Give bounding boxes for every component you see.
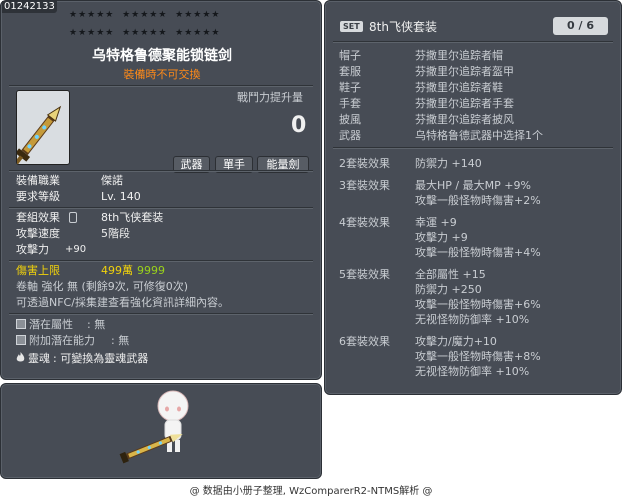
set-effect-line: 幸運 +9 bbox=[415, 216, 457, 229]
set-piece-slot: 武器 bbox=[339, 129, 361, 142]
set-piece-slot: 鞋子 bbox=[339, 81, 361, 94]
divider bbox=[9, 313, 313, 315]
flame-icon bbox=[16, 352, 25, 363]
sword-icon bbox=[14, 105, 62, 165]
set-effect-line: 攻擊一般怪物時傷害+8% bbox=[415, 350, 541, 363]
item-icon-frame bbox=[14, 90, 70, 165]
divider bbox=[9, 85, 313, 87]
set-effect-5-label: 5套裝效果 bbox=[339, 268, 390, 281]
set-piece-name: 芬撒里尔追踪者盔甲 bbox=[415, 65, 514, 78]
potential-value: : 無 bbox=[87, 318, 106, 331]
set-piece-name: 乌特格鲁德武器中选择1个 bbox=[415, 129, 543, 142]
divider bbox=[9, 170, 313, 172]
combat-power-label: 戰鬥力提升量 bbox=[237, 91, 303, 104]
set-piece-name: 芬撒里尔追踪者鞋 bbox=[415, 81, 503, 94]
footer-credit: @ 数据由小册子整理, WzComparerR2-NTMS解析 @ bbox=[189, 486, 433, 497]
damage-cap-value: 499萬 bbox=[101, 264, 133, 277]
soul-value: : 可變換為靈魂武器 bbox=[53, 352, 149, 365]
set-effect-line: 防禦力 +140 bbox=[415, 157, 482, 170]
damage-cap-extra: 9999 bbox=[137, 264, 165, 277]
set-piece-slot: 披風 bbox=[339, 113, 361, 126]
item-tooltip-panel: 01242133 ★★★★★ ★★★★★ ★★★★★ ★★★★★ ★★★★★ ★… bbox=[0, 0, 322, 380]
potential-icon bbox=[16, 319, 26, 329]
set-effect-line: 攻擊一般怪物時傷害+6% bbox=[415, 298, 541, 311]
set-effect-line: 无视怪物防御率 +10% bbox=[415, 365, 530, 378]
attack-value: +90 bbox=[65, 244, 87, 255]
star-force-row-1: ★★★★★ ★★★★★ ★★★★★ bbox=[69, 10, 221, 20]
set-piece-name: 芬撒里尔追踪者帽 bbox=[415, 49, 503, 62]
set-effect-6-label: 6套裝效果 bbox=[339, 335, 390, 348]
set-effect-value: 8th飞侠套装 bbox=[101, 211, 164, 224]
set-effect-2-label: 2套裝效果 bbox=[339, 157, 390, 170]
set-piece-count: 0 / 6 bbox=[553, 17, 608, 35]
upgrade-info-line: 可透過NFC/採集建查看強化資訊詳細內容。 bbox=[16, 296, 229, 309]
divider bbox=[333, 147, 613, 149]
additional-potential-value: : 無 bbox=[111, 334, 130, 347]
set-piece-slot: 帽子 bbox=[339, 49, 361, 62]
soul-label: 靈魂 bbox=[28, 352, 50, 365]
info-icon[interactable] bbox=[69, 212, 77, 223]
trade-status: 裝備時不可交換 bbox=[123, 68, 201, 81]
additional-potential-label: 附加潛在能力 bbox=[29, 334, 95, 347]
scroll-upgrade-line: 卷軸 強化 無 (剩餘9次, 可修復0次) bbox=[16, 280, 189, 293]
set-info-panel: SET 8th飞侠套装 0 / 6 帽子 芬撒里尔追踪者帽 套服 芬撒里尔追踪者… bbox=[324, 0, 622, 395]
set-piece-slot: 手套 bbox=[339, 97, 361, 110]
set-effect-line: 无视怪物防御率 +10% bbox=[415, 313, 530, 326]
level-value: Lv. 140 bbox=[101, 190, 141, 203]
character-preview-panel bbox=[0, 383, 322, 479]
character-avatar bbox=[119, 390, 189, 464]
attack-speed-label: 攻擊速度 bbox=[16, 227, 60, 240]
set-piece-name: 芬撒里尔追踪者手套 bbox=[415, 97, 514, 110]
set-effect-line: 全部屬性 +15 bbox=[415, 268, 486, 281]
set-effect-4-label: 4套裝效果 bbox=[339, 216, 390, 229]
divider bbox=[9, 207, 313, 209]
set-effect-label: 套組效果 bbox=[16, 211, 60, 224]
set-piece-name: 芬撒里尔追踪者披风 bbox=[415, 113, 514, 126]
set-effect-line: 最大HP / 最大MP +9% bbox=[415, 179, 531, 192]
set-piece-slot: 套服 bbox=[339, 65, 361, 78]
level-label: 要求等級 bbox=[16, 190, 60, 203]
set-effect-3-label: 3套裝效果 bbox=[339, 179, 390, 192]
item-name: 乌特格鲁德聚能锁链剑 bbox=[92, 48, 232, 64]
divider bbox=[333, 41, 613, 43]
set-effect-line: 攻擊一般怪物時傷害+4% bbox=[415, 246, 541, 259]
job-label: 裝備職業 bbox=[16, 174, 60, 187]
combat-power-value: 0 bbox=[291, 113, 307, 138]
divider bbox=[9, 260, 313, 262]
potential-label: 潛在屬性 bbox=[29, 318, 73, 331]
set-effect-line: 攻擊力/魔力+10 bbox=[415, 335, 497, 348]
attack-label: 攻擊力 bbox=[16, 243, 49, 256]
potential-row: 潛在屬性 bbox=[16, 317, 73, 333]
item-code: 01242133 bbox=[2, 1, 57, 13]
additional-potential-icon bbox=[16, 335, 26, 345]
set-name: 8th飞侠套装 bbox=[369, 20, 437, 34]
star-force-row-2: ★★★★★ ★★★★★ ★★★★★ bbox=[69, 28, 221, 38]
set-badge: SET bbox=[340, 21, 363, 32]
soul-row: 靈魂 bbox=[16, 351, 50, 367]
set-effect-line: 防禦力 +250 bbox=[415, 283, 482, 296]
damage-cap-label: 傷害上限 bbox=[16, 264, 60, 277]
set-effect-line: 攻擊一般怪物時傷害+2% bbox=[415, 194, 541, 207]
attack-speed-value: 5階段 bbox=[101, 227, 130, 240]
additional-potential-row: 附加潛在能力 bbox=[16, 333, 95, 349]
set-effect-line: 攻擊力 +9 bbox=[415, 231, 468, 244]
job-value: 傑諾 bbox=[101, 174, 123, 187]
